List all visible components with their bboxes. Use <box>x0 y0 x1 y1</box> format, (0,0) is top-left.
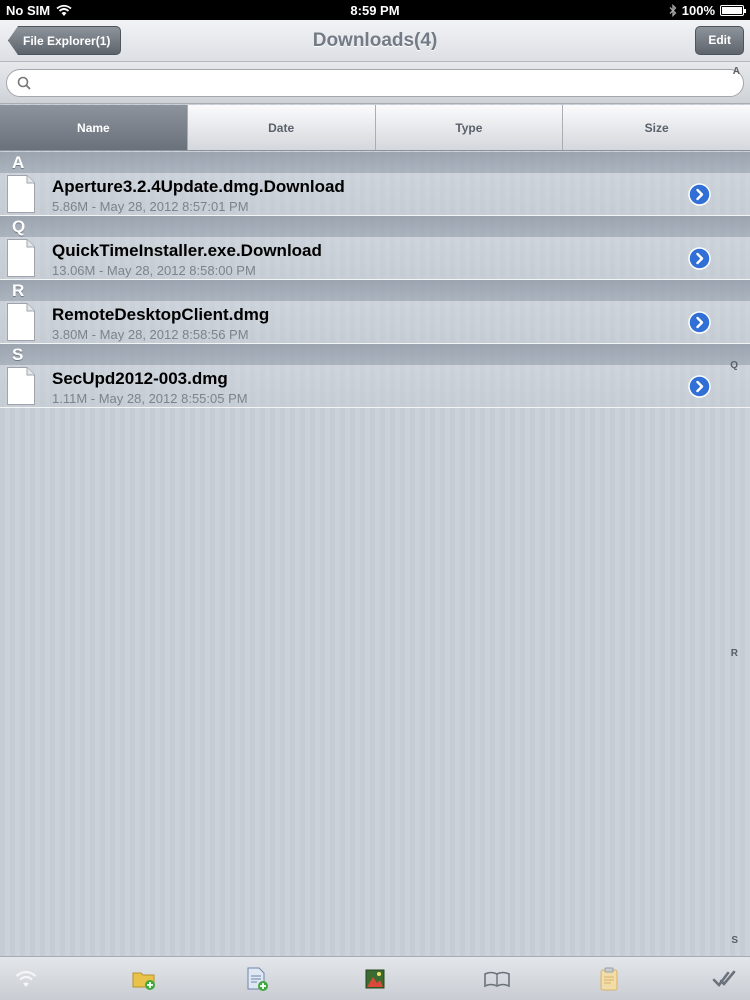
detail-disclosure-icon[interactable] <box>688 247 711 270</box>
battery-icon <box>720 5 746 16</box>
index-letter-q[interactable]: Q <box>730 360 738 371</box>
index-letter-a[interactable]: A <box>733 66 740 77</box>
document-icon <box>7 367 35 405</box>
checkmark-icon[interactable] <box>710 965 738 993</box>
file-name: QuickTimeInstaller.exe.Download <box>52 241 322 260</box>
sort-by-name-tab[interactable]: Name <box>0 105 188 150</box>
file-row[interactable]: QuickTimeInstaller.exe.Download 13.06M -… <box>0 237 750 280</box>
new-folder-icon[interactable] <box>130 965 158 993</box>
file-name: Aperture3.2.4Update.dmg.Download <box>52 177 345 196</box>
status-time: 8:59 PM <box>350 3 400 18</box>
clipboard-icon[interactable] <box>595 965 623 993</box>
file-row[interactable]: RemoteDesktopClient.dmg 3.80M - May 28, … <box>0 301 750 344</box>
sort-by-type-tab[interactable]: Type <box>375 105 564 150</box>
section-header-s: S <box>0 344 750 365</box>
document-icon <box>7 175 35 213</box>
index-letter-s[interactable]: S <box>731 935 738 946</box>
search-input[interactable] <box>37 70 717 96</box>
bottom-toolbar <box>0 956 750 1000</box>
file-name: SecUpd2012-003.dmg <box>52 369 228 388</box>
search-icon <box>17 76 31 90</box>
status-bar: No SIM 8:59 PM 100% <box>0 0 750 20</box>
section-header-q: Q <box>0 216 750 237</box>
edit-button[interactable]: Edit <box>695 26 744 55</box>
file-list: A Aperture3.2.4Update.dmg.Download 5.86M… <box>0 152 750 408</box>
sort-by-size-tab[interactable]: Size <box>563 105 750 150</box>
navigation-bar: File Explorer(1) Downloads(4) Edit <box>0 20 750 62</box>
sort-segmented-control: Name Date Type Size <box>0 105 750 151</box>
index-letter-r[interactable]: R <box>731 648 738 659</box>
bookmarks-icon[interactable] <box>483 965 511 993</box>
document-icon <box>7 239 35 277</box>
photos-icon[interactable] <box>361 965 389 993</box>
section-header-r: R <box>0 280 750 301</box>
file-meta: 13.06M - May 28, 2012 8:58:00 PM <box>52 263 256 278</box>
detail-disclosure-icon[interactable] <box>688 375 711 398</box>
section-header-a: A <box>0 152 750 173</box>
file-meta: 1.11M - May 28, 2012 8:55:05 PM <box>52 391 248 406</box>
bluetooth-icon <box>669 4 677 17</box>
file-meta: 3.80M - May 28, 2012 8:58:56 PM <box>52 327 249 342</box>
file-meta: 5.86M - May 28, 2012 8:57:01 PM <box>52 199 249 214</box>
document-icon <box>7 303 35 341</box>
file-name: RemoteDesktopClient.dmg <box>52 305 270 324</box>
detail-disclosure-icon[interactable] <box>688 311 711 334</box>
battery-percent: 100% <box>681 3 715 18</box>
file-row[interactable]: Aperture3.2.4Update.dmg.Download 5.86M -… <box>0 173 750 216</box>
search-field[interactable] <box>6 69 744 97</box>
wifi-icon[interactable] <box>12 965 40 993</box>
sort-by-date-tab[interactable]: Date <box>187 105 376 150</box>
file-row[interactable]: SecUpd2012-003.dmg 1.11M - May 28, 2012 … <box>0 365 750 408</box>
page-title: Downloads(4) <box>312 30 438 51</box>
detail-disclosure-icon[interactable] <box>688 183 711 206</box>
search-bar: A <box>0 62 750 104</box>
new-file-icon[interactable] <box>243 965 271 993</box>
